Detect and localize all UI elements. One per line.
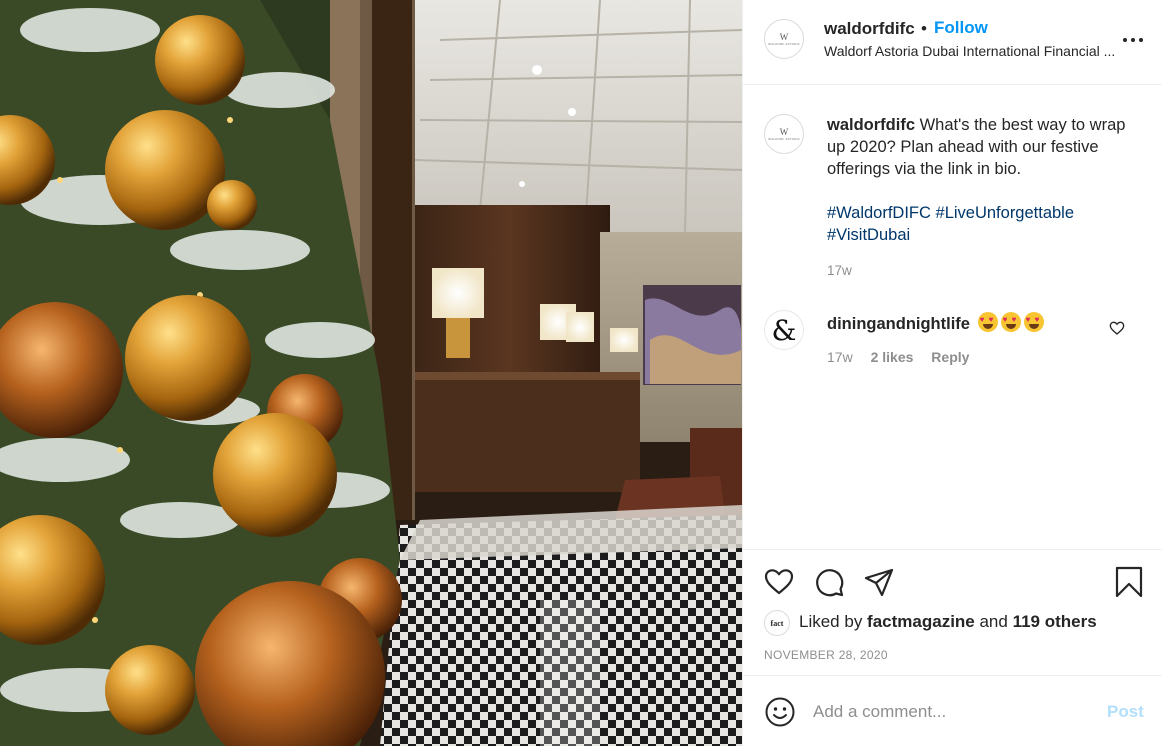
likes-prefix: Liked by xyxy=(799,612,868,631)
post-header: W WALDORF ASTORIA waldorfdifc • Follow W… xyxy=(743,0,1162,85)
post-side-panel: W WALDORF ASTORIA waldorfdifc • Follow W… xyxy=(742,0,1162,746)
liker-username[interactable]: factmagazine xyxy=(867,612,975,631)
comment-input[interactable] xyxy=(813,698,1093,726)
comment-username[interactable]: diningandnightlife xyxy=(827,315,970,333)
header-separator: • xyxy=(921,19,927,38)
smiley-icon[interactable] xyxy=(764,696,796,728)
bookmark-icon[interactable] xyxy=(1113,566,1145,598)
paper-plane-icon[interactable] xyxy=(863,566,895,598)
comment-avatar[interactable]: & xyxy=(764,310,804,350)
comment-meta: 17w 2 likes Reply xyxy=(827,349,983,365)
post-button[interactable]: Post xyxy=(1107,702,1144,722)
location-link[interactable]: Waldorf Astoria Dubai International Fina… xyxy=(824,43,1124,59)
follow-button[interactable]: Follow xyxy=(934,18,988,38)
heart-eyes-emoji: ♥ ♥ xyxy=(1023,312,1044,332)
heart-icon[interactable] xyxy=(763,566,795,598)
likes-middle: and xyxy=(974,612,1013,631)
post-image[interactable] xyxy=(0,0,742,746)
comment-timestamp[interactable]: 17w xyxy=(827,349,853,365)
add-comment-bar: Post xyxy=(743,675,1162,746)
avatar-logo-text: WALDORF ASTORIA xyxy=(768,136,800,141)
likes-others-link[interactable]: 119 others xyxy=(1013,612,1097,631)
header-username[interactable]: waldorfdifc xyxy=(824,19,915,39)
more-options-icon[interactable] xyxy=(1121,27,1145,51)
caption-text: waldorfdifc What's the best way to wrap … xyxy=(827,114,1127,180)
heart-eyes-emoji: ♥ ♥ xyxy=(1000,312,1021,332)
avatar-logo-mark: W xyxy=(779,126,789,137)
hashtag-link[interactable]: #LiveUnforgettable xyxy=(936,204,1075,222)
avatar-logo-mark: W xyxy=(779,31,789,42)
post-date[interactable]: NOVEMBER 28, 2020 xyxy=(764,648,888,662)
caption-username[interactable]: waldorfdifc xyxy=(827,116,915,134)
profile-avatar[interactable]: W WALDORF ASTORIA xyxy=(764,19,804,59)
likes-summary: Liked by factmagazine and 119 others xyxy=(799,612,1097,632)
comment-like-heart-icon[interactable] xyxy=(1109,320,1125,336)
hashtag-link[interactable]: #WaldorfDIFC xyxy=(827,204,931,222)
reply-button[interactable]: Reply xyxy=(931,349,969,365)
comment-icon[interactable] xyxy=(813,566,845,598)
caption-hashtags: #WaldorfDIFC #LiveUnforgettable #VisitDu… xyxy=(827,202,1127,246)
hashtag-link[interactable]: #VisitDubai xyxy=(827,226,910,244)
avatar-logo-text: WALDORF ASTORIA xyxy=(768,41,800,46)
heart-eyes-emoji: ♥ ♥ xyxy=(977,312,998,332)
comment-text: diningandnightlife ♥ ♥ ♥ ♥ ♥ ♥ xyxy=(827,312,1044,334)
caption-timestamp[interactable]: 17w xyxy=(827,263,852,278)
caption-avatar[interactable]: W WALDORF ASTORIA xyxy=(764,114,804,154)
comment-likes[interactable]: 2 likes xyxy=(871,349,914,365)
liker-avatar[interactable]: fact xyxy=(764,610,790,636)
